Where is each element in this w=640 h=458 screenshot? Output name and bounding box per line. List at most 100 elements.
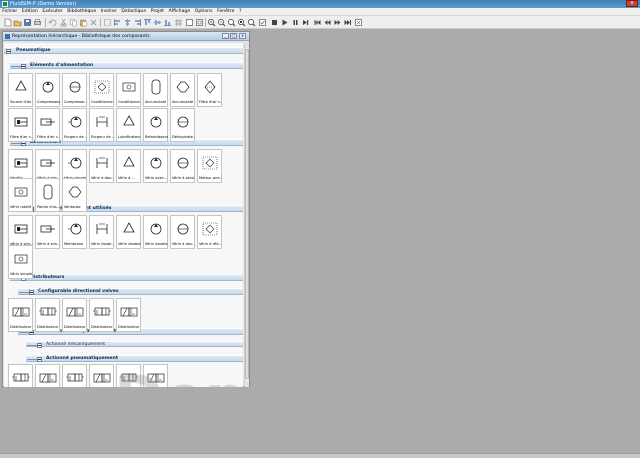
component-tile-actionneurs[interactable]: Vérin à dou... [89,149,114,183]
menu-didactique[interactable]: Didactique [119,8,148,16]
section-distributeurs[interactable]: Distributeurs [10,274,243,281]
stop-icon[interactable] [270,18,279,27]
menu-fichier[interactable]: Fichier [0,8,20,16]
menu-inserer[interactable]: Insérer [98,8,119,16]
print-icon[interactable] [33,18,42,27]
section-actionne-mecaniquement[interactable]: Actionné mécaniquement [26,341,243,348]
component-tile-alimentation[interactable]: Accumulate [170,73,195,107]
menu-fenetre[interactable]: Fenêtre [215,8,237,16]
menu-help[interactable]: ? [237,8,244,16]
component-tile-pneumatiquement[interactable]: Distributeur [35,364,60,387]
collapse-toggle[interactable] [21,64,26,69]
step-icon[interactable] [301,18,310,27]
collapse-toggle[interactable] [37,357,42,362]
check-icon[interactable] [258,18,267,27]
component-tile-alimentation[interactable]: Purgeur de ... [89,108,114,142]
menu-affichage[interactable]: Affichage [166,8,192,16]
component-tile-pneumatiquement[interactable]: Distributeur [62,364,87,387]
save-icon[interactable] [23,18,32,27]
component-tile-alimentation[interactable]: Conditionne... [89,73,114,107]
component-tile-actionneurs[interactable]: Vérin avec... [143,149,168,183]
paste-icon[interactable] [79,18,88,27]
component-tile-verins[interactable]: Membrane [62,215,87,249]
section-pneumatique[interactable]: Pneumatique [4,47,243,54]
section-alimentation[interactable]: Eléments d'alimentation [10,62,243,69]
component-tile-configurable[interactable]: Distributeur [35,298,60,332]
close-library-button[interactable]: x [239,33,246,39]
maximize-button[interactable]: □ [230,33,237,39]
component-tile-verins[interactable]: Vérin à sim... [35,215,60,249]
section-configurable-valves[interactable]: Configurable directional valves [18,288,243,295]
delete-icon[interactable] [89,18,98,27]
component-tile-alimentation[interactable]: Accumulate [143,73,168,107]
component-tile-configurable[interactable]: Distributeur [116,298,141,332]
zoom-fit-icon[interactable] [227,18,236,27]
component-tile-verins[interactable]: Vérin doubl... [89,215,114,249]
component-tile-actionneurs[interactable]: Vérin à plusi... [170,149,195,183]
new-icon[interactable] [3,18,12,27]
scrollbar-thumb[interactable] [245,49,249,379]
component-tile-verins[interactable]: Vérin à sim... [8,215,33,249]
play-icon[interactable] [280,18,289,27]
component-tile-alimentation[interactable]: Lubrificateur [116,108,141,142]
component-tile-actionneurs[interactable]: Vérin rotatif [8,178,33,212]
forward-icon[interactable] [333,18,342,27]
component-tile-verins[interactable]: Vérin double... [143,215,168,249]
component-tile-actionneurs[interactable]: Ventouse [62,178,87,212]
align-right-icon[interactable] [133,18,142,27]
select-icon[interactable] [103,18,112,27]
component-tile-alimentation[interactable]: Conditionne... [116,73,141,107]
component-tile-alimentation[interactable]: Filtre d'air c... [8,108,33,142]
component-tile-configurable[interactable]: Distributeur [62,298,87,332]
align-left-icon[interactable] [113,18,122,27]
zoom-window-icon[interactable] [195,18,204,27]
rewind-icon[interactable] [313,18,322,27]
scroll-down-arrow[interactable] [245,382,249,387]
collapse-toggle[interactable] [37,343,42,348]
component-tile-alimentation[interactable]: Refroidisseur [143,108,168,142]
component-tile-alimentation[interactable]: Déshydrate... [170,108,195,142]
copy-icon[interactable] [69,18,78,27]
menu-bibliotheque[interactable]: Bibliothèque [65,8,99,16]
collapse-toggle[interactable] [29,290,34,295]
align-top-icon[interactable] [143,18,152,27]
align-middle-icon[interactable] [153,18,162,27]
scroll-up-arrow[interactable] [245,43,249,48]
component-tile-verins[interactable]: Vérin simple... [8,245,33,279]
component-tile-verins[interactable]: Vérin double... [116,215,141,249]
close-window-button[interactable]: x [626,0,638,7]
component-tile-verins[interactable]: Vérin à réd... [197,215,222,249]
component-tile-pneumatiquement[interactable]: Distributeur [89,364,114,387]
component-tile-alimentation[interactable]: Compresse... [62,73,87,107]
component-tile-verins[interactable]: Vérin à dou... [170,215,195,249]
reset-icon[interactable] [354,18,363,27]
zoom-all-icon[interactable] [247,18,256,27]
component-tile-alimentation[interactable]: Filtre d'air c... [197,73,222,107]
menu-options[interactable]: Options [192,8,214,16]
undo-icon[interactable] [48,18,57,27]
menu-edition[interactable]: Edition [20,8,41,16]
align-bottom-icon[interactable] [163,18,172,27]
cut-icon[interactable] [59,18,68,27]
component-tile-pneumatiquement[interactable]: Distributeur [8,364,33,387]
component-tile-actionneurs[interactable]: Vérin à ... [116,149,141,183]
zoom-out-icon[interactable] [217,18,226,27]
pause-icon[interactable] [291,18,300,27]
minimize-button[interactable]: _ [222,33,229,39]
component-tile-actionneurs[interactable]: Pointe d'as... [35,178,60,212]
collapse-toggle[interactable] [6,49,11,54]
grid-icon[interactable] [174,18,183,27]
align-center-icon[interactable] [123,18,132,27]
end-icon[interactable] [343,18,352,27]
component-tile-actionneurs[interactable]: Moteur pne... [197,149,222,183]
zoom-previous-icon[interactable] [237,18,246,27]
section-actionne-pneumatiquement[interactable]: Actionné pneumatiquement [26,355,243,362]
menu-projet[interactable]: Projet [148,8,166,16]
zoom-icon[interactable] [185,18,194,27]
component-tile-alimentation[interactable]: Compresseur [35,73,60,107]
back-icon[interactable] [323,18,332,27]
component-tile-configurable[interactable]: Distributeur [89,298,114,332]
component-tile-alimentation[interactable]: Source d'air [8,73,33,107]
library-title-bar[interactable]: Représentation hiérarchique - Bibliothèq… [3,32,249,41]
open-icon[interactable] [13,18,22,27]
